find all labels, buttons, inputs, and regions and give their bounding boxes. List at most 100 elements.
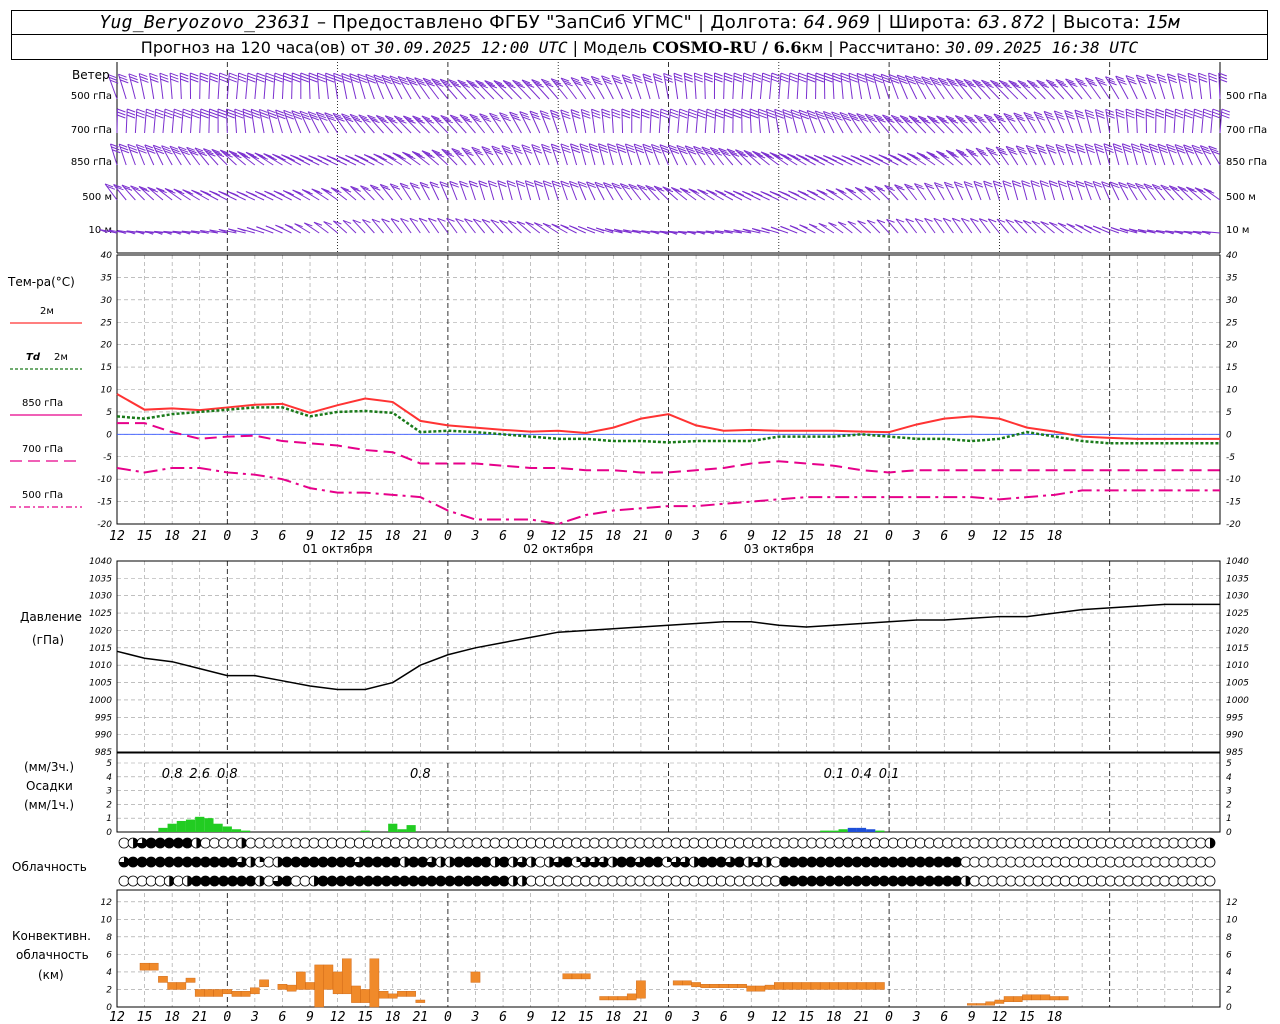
- cloud-circle: [1105, 875, 1116, 887]
- wind-barb-flag: [602, 114, 611, 119]
- bottom-xtick-label: 6: [499, 1010, 507, 1024]
- wind-barb-flag: [1193, 111, 1203, 116]
- wind-barb: [149, 72, 159, 100]
- cloud-circle: [770, 856, 781, 868]
- cloud-symbol: [408, 837, 420, 849]
- wind-barb-flag: [234, 108, 244, 113]
- wind-barb-flag: [191, 111, 201, 116]
- cloud-circle: [978, 856, 990, 868]
- cloud-circle: [652, 856, 664, 868]
- wind-barb-flag: [217, 108, 227, 113]
- wind-barb-flag: [313, 157, 323, 162]
- cloud-circle: [942, 837, 953, 849]
- precip-bar: [875, 830, 885, 832]
- wind-barb: [429, 181, 440, 201]
- cloud-symbol: [236, 837, 248, 849]
- wind-barb: [245, 191, 265, 201]
- wind-barb: [1187, 72, 1198, 100]
- cloud-circle: [1096, 875, 1107, 887]
- wind-barb: [217, 108, 227, 134]
- wind-barb: [431, 78, 449, 100]
- cloud-symbol: [761, 856, 772, 868]
- wind-barb: [1166, 73, 1178, 100]
- wind-barb: [579, 143, 590, 166]
- cloud-circle: [1014, 875, 1026, 887]
- wind-barb: [869, 154, 890, 166]
- cloud-circle: [715, 837, 727, 849]
- wind-barb-flag: [209, 108, 218, 113]
- cloud-symbol: [435, 837, 447, 849]
- cloud-circle: [562, 875, 573, 887]
- cloud-circle: [163, 837, 175, 849]
- cloud-circle: [218, 856, 229, 868]
- wind-barb-flag: [621, 111, 631, 116]
- wind-barb-flag: [239, 192, 248, 197]
- cloud-symbol: [480, 837, 492, 849]
- wind-barb: [704, 72, 713, 100]
- cloud-symbol: [471, 856, 483, 868]
- cloud-symbol: [218, 856, 229, 868]
- cloud-circle: [987, 875, 999, 887]
- cloud-symbol: [1014, 875, 1026, 887]
- cloud-circle: [598, 875, 610, 887]
- cloud-symbol: [1041, 837, 1053, 849]
- wind-barb-flag: [251, 111, 260, 116]
- wind-barb: [1055, 143, 1067, 166]
- cloud-circle: [806, 856, 818, 868]
- precip-bar: [406, 825, 416, 832]
- wind-barb: [969, 218, 982, 234]
- cloud-symbol: [996, 856, 1008, 868]
- cloud-circle: [1096, 856, 1107, 868]
- cloud-symbol: [263, 837, 275, 849]
- wind-level-label-right: 500 гПа: [1226, 91, 1267, 102]
- pressure-ytick-left: 1015: [89, 644, 112, 654]
- wind-barb-flag: [229, 72, 238, 77]
- wind-barb: [601, 108, 611, 134]
- wind-barb-flag: [775, 111, 784, 116]
- temp-xtick-label: 6: [279, 529, 287, 544]
- cloud-circle: [534, 856, 546, 868]
- cloud-circle: [1159, 837, 1171, 849]
- pressure-ytick-right: 1000: [1226, 696, 1249, 706]
- cloud-circle: [761, 837, 772, 849]
- cloud-circle: [679, 875, 691, 887]
- cloud-circle: [1186, 875, 1198, 887]
- wind-barb-flag: [1184, 111, 1193, 116]
- precip-bar: [176, 820, 186, 832]
- wind-barb: [766, 108, 776, 134]
- wind-barb: [832, 72, 842, 100]
- cloud-symbol: [209, 875, 220, 887]
- bottom-xtick-label: 3: [471, 1010, 480, 1024]
- legend-500: 500 гПа: [22, 490, 64, 501]
- wind-barb-flag: [733, 75, 743, 80]
- conv-bar: [608, 996, 619, 1001]
- wind-barb: [697, 188, 715, 201]
- wind-barb-flag: [735, 191, 745, 196]
- pressure-ytick-left: 1005: [89, 679, 112, 689]
- wind-barb-flag: [1212, 114, 1221, 119]
- cloud-symbol: [254, 875, 266, 887]
- cloud-circle: [190, 875, 202, 887]
- cloud-symbol: [227, 856, 239, 868]
- temp-ytick-left: 10: [101, 386, 113, 396]
- wind-barb-shaft: [144, 109, 147, 134]
- wind-barb: [695, 108, 707, 134]
- wind-barb-flag: [780, 72, 790, 77]
- wind-barb-flag: [1084, 224, 1093, 229]
- cloud-circle: [1059, 837, 1071, 849]
- cloud-symbol: [634, 837, 646, 849]
- cloud-symbol: [172, 856, 184, 868]
- cloud-symbol: [534, 837, 546, 849]
- wind-barb: [603, 182, 614, 201]
- cloud-circle: [163, 856, 175, 868]
- wind-barb: [560, 77, 577, 100]
- cloud-circle: [453, 856, 465, 868]
- wind-barb-flag: [256, 72, 266, 77]
- conv-bar: [1040, 994, 1051, 1001]
- cloud-symbol: [616, 837, 628, 849]
- wind-barb-flag: [317, 75, 326, 80]
- cloud-symbol: [335, 837, 347, 849]
- cloud-symbol: [1014, 837, 1026, 849]
- cloud-symbol: [969, 856, 981, 868]
- cloud-symbol: [381, 875, 392, 887]
